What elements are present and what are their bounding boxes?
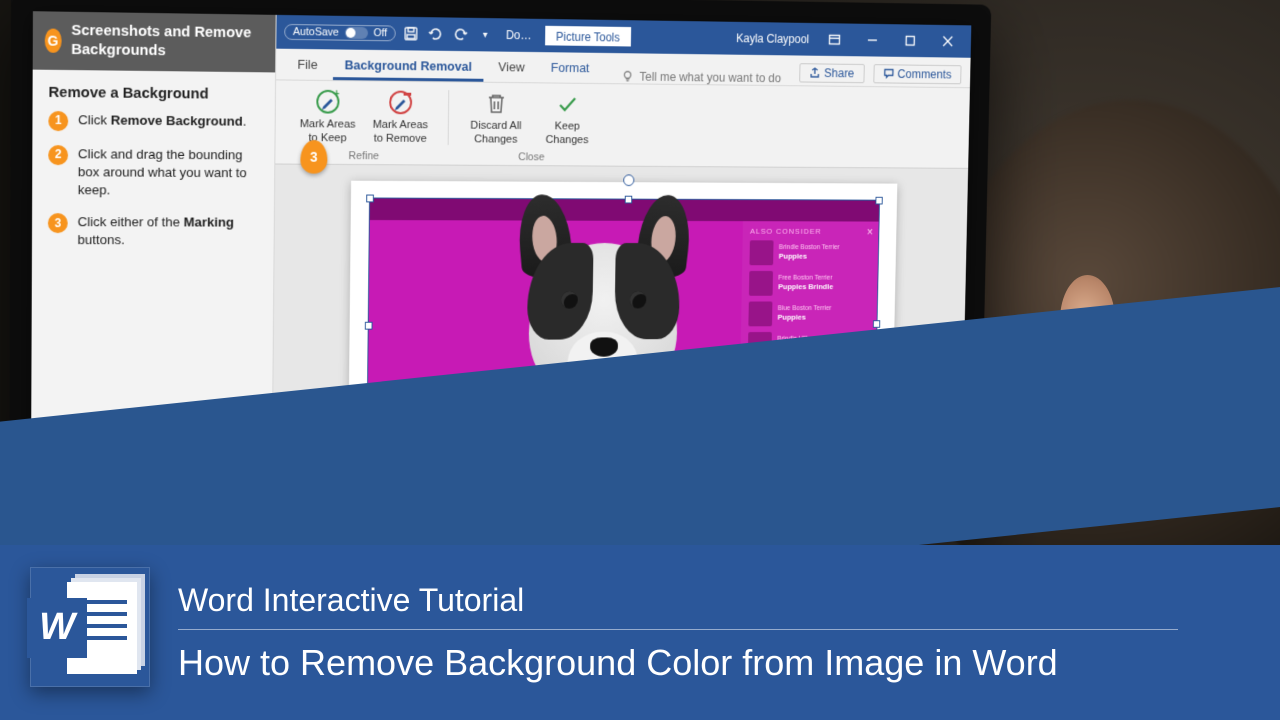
caption-banner: W Word Interactive Tutorial How to Remov… [0, 545, 1280, 720]
document-name: Do… [506, 28, 532, 42]
resize-handle[interactable] [873, 320, 880, 328]
thumbnail [749, 271, 773, 296]
related-item[interactable]: Blue Boston TerrierPuppies [741, 298, 877, 329]
autosave-label: AutoSave [293, 26, 339, 39]
undo-icon[interactable] [426, 24, 445, 44]
autosave-toggle[interactable]: AutoSave Off [284, 24, 396, 41]
maximize-button[interactable] [894, 28, 927, 53]
autosave-state: Off [373, 27, 387, 39]
ribbon-display-icon[interactable] [818, 27, 851, 52]
resize-handle[interactable] [365, 321, 373, 329]
step-3-callout: 3 [300, 140, 327, 174]
step-text: Click either of the Marking buttons. [77, 213, 258, 250]
related-item[interactable]: Brindle Boston TerrierPuppies [742, 237, 878, 268]
group-close-label: Close [518, 151, 545, 163]
customguide-logo: G [45, 28, 62, 52]
share-button[interactable]: Share [799, 63, 864, 83]
redo-icon[interactable] [451, 24, 470, 44]
step-text: Click Remove Background. [78, 111, 246, 132]
tab-view[interactable]: View [487, 53, 536, 82]
discard-label: Discard All Changes [464, 120, 528, 147]
tab-background-removal[interactable]: Background Removal [333, 51, 484, 81]
mark-areas-to-remove-button[interactable]: Mark Areas to Remove [368, 87, 433, 146]
lightbulb-icon [621, 70, 634, 84]
tutorial-step: 2 Click and drag the bounding box around … [48, 145, 259, 201]
svg-text:+: + [334, 89, 340, 100]
step-number-badge: 2 [48, 145, 68, 165]
group-refine-label: Refine [349, 150, 380, 162]
tab-file[interactable]: File [286, 51, 330, 80]
pencil-plus-icon: + [313, 87, 342, 117]
comment-icon [883, 68, 894, 80]
also-consider-header: ALSO CONSIDER [743, 221, 879, 238]
related-text: Brindle Boston TerrierPuppies [779, 244, 840, 261]
step-number-badge: 3 [48, 213, 68, 233]
tell-me-search[interactable]: Tell me what you want to do [604, 69, 781, 85]
resize-handle[interactable] [366, 194, 374, 202]
close-button[interactable] [931, 29, 964, 54]
resize-handle[interactable] [625, 195, 633, 203]
group-close: Discard All Changes Keep Changes Close [454, 88, 609, 163]
step-number-badge: 1 [48, 110, 68, 130]
step-text: Click and drag the bounding box around w… [78, 145, 259, 200]
toggle-off-icon [345, 27, 368, 39]
thumbnail [748, 301, 772, 326]
tutorial-step: 3 Click either of the Marking buttons. [48, 213, 259, 250]
caption-text: Word Interactive Tutorial How to Remove … [178, 582, 1178, 684]
separator [448, 90, 450, 144]
tab-format[interactable]: Format [539, 54, 600, 83]
caption-line1: Word Interactive Tutorial [178, 582, 1178, 619]
word-logo: W [30, 567, 150, 687]
thumbnail [749, 240, 773, 265]
mark-remove-label: Mark Areas to Remove [368, 119, 433, 147]
context-tab-picture-tools[interactable]: Picture Tools [545, 26, 632, 47]
related-text: Free Boston TerrierPuppies Brindle [778, 274, 833, 291]
pencil-minus-icon [386, 88, 415, 118]
resize-handle[interactable] [875, 196, 882, 204]
minimize-button[interactable] [856, 28, 889, 53]
share-label: Share [824, 66, 854, 80]
qat-customize-icon[interactable]: ▾ [476, 25, 495, 45]
keep-label: Keep Changes [535, 120, 599, 147]
caption-line2: How to Remove Background Color from Imag… [178, 642, 1178, 684]
rotate-handle[interactable] [623, 174, 634, 186]
comments-button[interactable]: Comments [873, 64, 962, 84]
sidebar-body: Remove a Background 1 Click Remove Backgr… [32, 69, 275, 277]
discard-all-changes-button[interactable]: Discard All Changes [464, 88, 529, 147]
checkmark-icon [553, 89, 581, 118]
tutorial-step: 1 Click Remove Background. [48, 110, 259, 132]
sidebar-header: G Screenshots and Remove Backgrounds [33, 11, 276, 72]
sidebar-subtitle: Remove a Background [48, 83, 259, 102]
related-text: Blue Boston TerrierPuppies [778, 305, 832, 322]
ribbon: + Mark Areas to Keep Mark Areas to Remov… [275, 80, 970, 168]
user-name[interactable]: Kayla Claypool [736, 32, 809, 47]
close-icon[interactable]: × [867, 225, 874, 238]
caption-divider [178, 629, 1178, 630]
trash-icon [482, 89, 511, 119]
mark-areas-to-keep-button[interactable]: + Mark Areas to Keep [295, 87, 361, 146]
related-item[interactable]: Free Boston TerrierPuppies Brindle [742, 268, 878, 299]
comments-label: Comments [897, 67, 951, 81]
sidebar-title: Screenshots and Remove Backgrounds [71, 22, 264, 62]
save-icon[interactable] [401, 24, 420, 44]
mark-keep-label: Mark Areas to Keep [295, 118, 361, 146]
share-icon [809, 67, 820, 79]
keep-changes-button[interactable]: Keep Changes [535, 89, 599, 148]
word-w-icon: W [27, 598, 87, 658]
tell-me-placeholder: Tell me what you want to do [639, 70, 781, 85]
